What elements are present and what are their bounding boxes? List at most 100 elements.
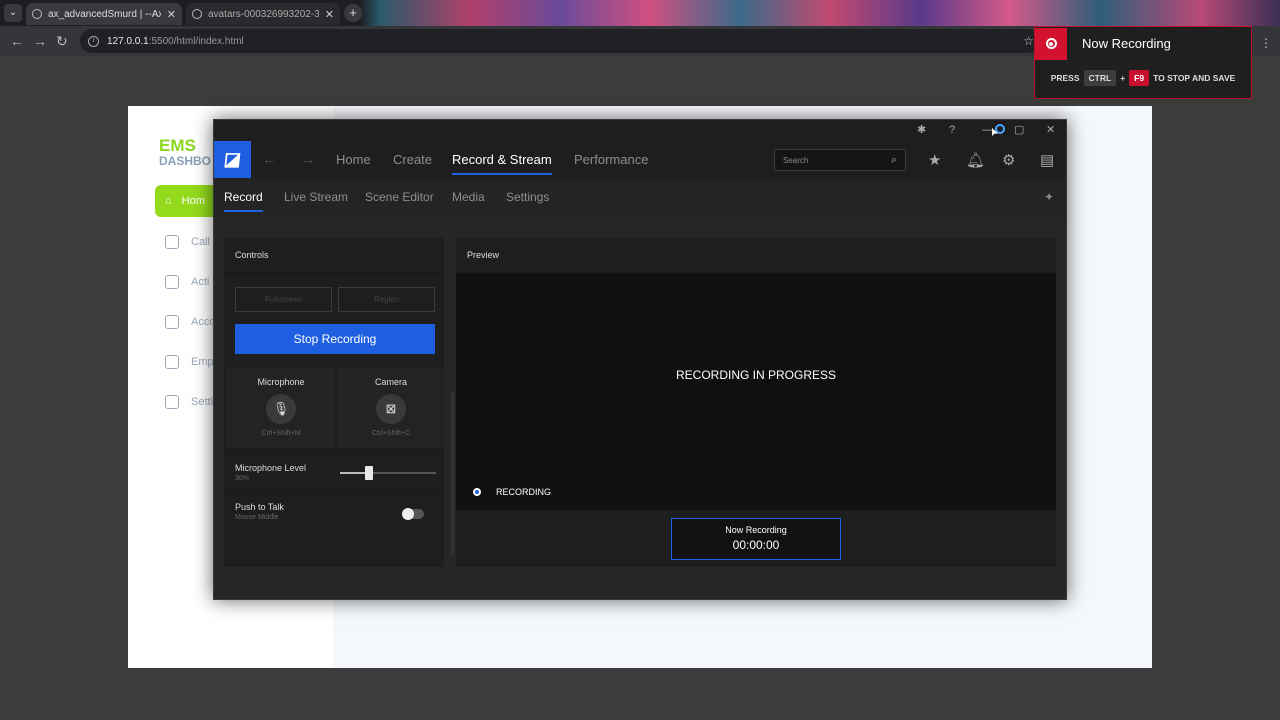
recording-in-progress-text: RECORDING IN PROGRESS — [675, 368, 837, 382]
capture-mode-row: Fullscreen Region — [235, 287, 435, 312]
tab-search-icon[interactable]: ⌄ — [4, 4, 22, 22]
tab-close-icon[interactable]: ✕ — [325, 8, 334, 21]
menu-icon[interactable]: ⋮ — [1260, 36, 1272, 50]
hint-plus: + — [1120, 73, 1126, 83]
app-title-bar: ✱ ? — ▢ ✕ — [214, 120, 1066, 141]
microphone-label: Microphone — [257, 377, 305, 387]
globe-icon — [192, 9, 202, 19]
sub-nav: Record Live Stream Scene Editor Media Se… — [214, 179, 1066, 217]
tab-live-stream[interactable]: Live Stream — [284, 190, 348, 204]
sidebar-toggle-icon[interactable]: ▤ — [1040, 151, 1054, 169]
nav-performance[interactable]: Performance — [574, 152, 648, 167]
toggle-knob — [402, 508, 414, 520]
sidebar-item-settings[interactable]: Setti — [165, 395, 213, 409]
tab-title: ax_advancedSmurd | --Ax-#001 — [48, 8, 161, 20]
info-icon[interactable]: i — [88, 35, 99, 47]
preview-title: Preview — [456, 238, 1056, 273]
reload-icon[interactable]: ↻ — [56, 33, 68, 49]
fullscreen-button[interactable]: Fullscreen — [235, 287, 332, 312]
recording-timer: 00:00:00 — [732, 538, 780, 552]
divider — [224, 491, 444, 492]
ems-logo-subtitle: DASHBO — [159, 154, 212, 168]
tab-settings[interactable]: Settings — [506, 190, 549, 204]
forward-icon[interactable]: → — [33, 33, 47, 49]
tab-title: avatars-000326993202-3c3eb8 — [208, 8, 319, 20]
sidebar-item-activity[interactable]: Acti — [165, 275, 209, 289]
sidebar-item-label: Acti — [191, 276, 210, 288]
search-input[interactable]: Search ⌕ — [774, 149, 906, 171]
help-icon[interactable]: ? — [949, 124, 955, 136]
push-to-talk-toggle[interactable] — [402, 508, 424, 520]
nav-home[interactable]: Home — [336, 152, 371, 167]
mic-level-label: Microphone Level — [235, 463, 307, 473]
key-f9: F9 — [1129, 70, 1150, 86]
bookmark-star-icon[interactable]: ☆ — [1023, 34, 1034, 48]
sidebar-item-accounts[interactable]: Acco — [165, 315, 215, 329]
region-button[interactable]: Region — [338, 287, 435, 312]
activity-icon — [165, 275, 179, 289]
notification-hint: PRESS CTRL + F9 TO STOP AND SAVE — [1035, 70, 1251, 86]
sidebar-item-employees[interactable]: Emp — [165, 355, 214, 369]
amd-logo-icon[interactable]: ◪ — [214, 141, 251, 178]
favorites-star-icon[interactable]: ★ — [928, 151, 941, 169]
microphone-muted-icon[interactable]: 🎙︎ — [266, 394, 296, 424]
search-icon[interactable]: ⌕ — [891, 154, 897, 167]
stop-recording-button[interactable]: Stop Recording — [235, 324, 435, 354]
controls-scrollbar[interactable] — [451, 391, 454, 556]
push-to-talk-setting: Push to Talk Mouse Middle — [235, 502, 284, 521]
bug-report-icon[interactable]: ✱ — [917, 124, 926, 136]
camera-off-icon[interactable]: ⊠ — [376, 394, 406, 424]
tab-record[interactable]: Record — [224, 190, 263, 212]
tab-media[interactable]: Media — [452, 190, 485, 204]
url-path: :5500/html/index.html — [148, 35, 244, 47]
controls-title: Controls — [224, 238, 444, 273]
record-icon — [1035, 27, 1067, 60]
camera-shortcut: Ctrl+Shift+C — [371, 430, 411, 437]
users-icon — [165, 355, 179, 369]
sidebar-item-label: Hom — [181, 195, 205, 207]
pin-icon[interactable]: ✦ — [1044, 190, 1054, 204]
minimize-icon[interactable]: — — [982, 124, 993, 136]
close-icon[interactable]: ✕ — [1046, 124, 1055, 136]
settings-gear-icon[interactable]: ⚙ — [1002, 151, 1015, 169]
sidebar-item-label: Call — [191, 236, 210, 248]
push-to-talk-binding: Mouse Middle — [235, 514, 279, 521]
nav-back-icon[interactable]: ← — [262, 151, 276, 167]
divider — [224, 452, 444, 453]
mic-level-slider-thumb[interactable] — [364, 466, 373, 480]
back-icon[interactable]: ← — [10, 33, 24, 49]
hint-press: PRESS — [1050, 73, 1080, 83]
browser-tab-strip: ⌄ ax_advancedSmurd | --Ax-#001 ✕ avatars… — [0, 0, 1280, 26]
hint-action: TO STOP AND SAVE — [1153, 73, 1236, 83]
address-bar[interactable]: i 127.0.0.1:5500/html/index.html ☆ — [80, 29, 1040, 53]
recording-indicator-label: RECORDING — [496, 487, 552, 497]
amd-logo-glyph: ◪ — [222, 149, 243, 169]
nav-record-stream[interactable]: Record & Stream — [452, 152, 552, 175]
recording-indicator: RECORDING — [473, 487, 551, 497]
recording-dot-icon — [473, 488, 481, 496]
account-icon — [165, 315, 179, 329]
preview-canvas: RECORDING IN PROGRESS RECORDING — [456, 273, 1056, 510]
amd-software-window: ✱ ? — ▢ ✕ ◪ ← → Home Create Record & Str… — [213, 119, 1067, 600]
main-nav: ◪ ← → Home Create Record & Stream Perfor… — [214, 141, 1066, 179]
browser-tab[interactable]: avatars-000326993202-3c3eb8 ✕ — [186, 3, 340, 25]
push-to-talk-label: Push to Talk — [235, 502, 284, 512]
sidebar-item-calls[interactable]: Call — [165, 235, 210, 249]
notification-header: Now Recording — [1035, 27, 1251, 60]
browser-tab-active[interactable]: ax_advancedSmurd | --Ax-#001 ✕ — [26, 3, 182, 25]
recording-status-box: Now Recording 00:00:00 — [671, 518, 841, 560]
tab-close-icon[interactable]: ✕ — [167, 8, 176, 21]
recording-notification: Now Recording PRESS CTRL + F9 TO STOP AN… — [1034, 26, 1252, 99]
new-tab-button[interactable]: + — [344, 4, 362, 22]
maximize-icon[interactable]: ▢ — [1014, 124, 1024, 136]
sidebar-item-label: Setti — [191, 396, 214, 408]
notifications-bell-icon[interactable]: 🔔︎ — [966, 151, 985, 169]
tab-scene-editor[interactable]: Scene Editor — [365, 190, 434, 204]
search-placeholder: Search — [783, 155, 809, 165]
notification-title: Now Recording — [1082, 36, 1171, 51]
sidebar-item-label: Acco — [191, 316, 216, 328]
nav-create[interactable]: Create — [393, 152, 432, 167]
mic-level-setting: Microphone Level 30% — [235, 463, 306, 482]
nav-forward-icon[interactable]: → — [301, 151, 315, 167]
camera-label: Camera — [374, 377, 407, 387]
